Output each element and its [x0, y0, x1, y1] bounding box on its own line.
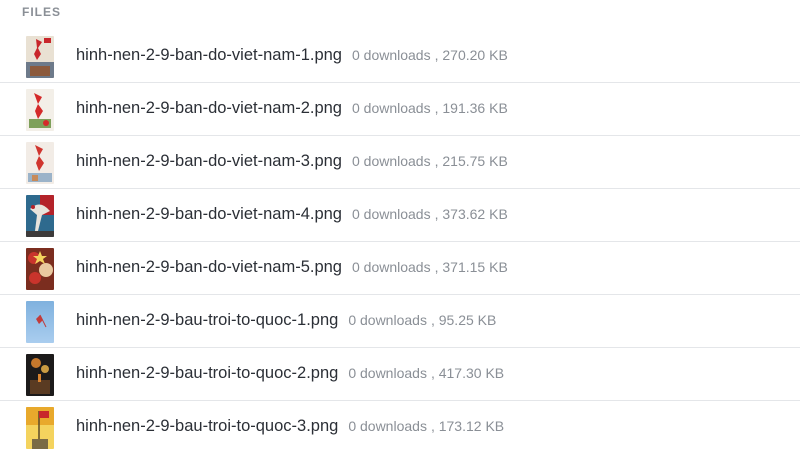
- file-list: hinh-nen-2-9-ban-do-viet-nam-1.png 0 dow…: [0, 30, 800, 450]
- image-thumbnail-flag-icon[interactable]: [26, 407, 54, 449]
- download-count: 0 downloads: [348, 312, 427, 328]
- file-name-text[interactable]: hinh-nen-2-9-ban-do-viet-nam-4.png: [76, 205, 342, 224]
- file-name[interactable]: hinh-nen-2-9-ban-do-viet-nam-5.png 0 dow…: [76, 258, 508, 277]
- download-count: 0 downloads: [351, 100, 431, 116]
- file-name-text[interactable]: hinh-nen-2-9-ban-do-viet-nam-1.png: [76, 46, 342, 65]
- file-name[interactable]: hinh-nen-2-9-ban-do-viet-nam-3.png 0 dow…: [76, 152, 508, 171]
- file-meta: 0 downloads, 270.20 KB: [351, 47, 508, 63]
- download-count: 0 downloads: [351, 206, 431, 222]
- file-name[interactable]: hinh-nen-2-9-bau-troi-to-quoc-1.png 0 do…: [76, 311, 496, 330]
- file-size: 270.20 KB: [442, 47, 508, 63]
- file-name[interactable]: hinh-nen-2-9-ban-do-viet-nam-4.png 0 dow…: [76, 205, 508, 224]
- file-meta: 0 downloads, 173.12 KB: [348, 418, 505, 434]
- image-thumbnail-fireworks-icon[interactable]: [26, 354, 54, 396]
- files-panel: FILES hinh-nen-2-9-ban-do-viet-nam-1.png…: [0, 0, 800, 450]
- file-name[interactable]: hinh-nen-2-9-bau-troi-to-quoc-2.png 0 do…: [76, 364, 504, 383]
- file-row[interactable]: hinh-nen-2-9-ban-do-viet-nam-2.png 0 dow…: [0, 83, 800, 136]
- file-meta: 0 downloads, 417.30 KB: [348, 365, 505, 381]
- file-size: 215.75 KB: [442, 153, 508, 169]
- file-meta: 0 downloads, 191.36 KB: [351, 100, 508, 116]
- file-row[interactable]: hinh-nen-2-9-ban-do-viet-nam-1.png 0 dow…: [0, 30, 800, 83]
- file-meta: 0 downloads, 371.15 KB: [351, 259, 508, 275]
- image-thumbnail-sky-icon[interactable]: [26, 301, 54, 343]
- file-name-text[interactable]: hinh-nen-2-9-ban-do-viet-nam-3.png: [76, 152, 342, 171]
- file-row[interactable]: hinh-nen-2-9-ban-do-viet-nam-3.png 0 dow…: [0, 136, 800, 189]
- file-size: 417.30 KB: [438, 365, 505, 381]
- file-name-text[interactable]: hinh-nen-2-9-bau-troi-to-quoc-2.png: [76, 364, 338, 383]
- file-name[interactable]: hinh-nen-2-9-ban-do-viet-nam-2.png 0 dow…: [76, 99, 508, 118]
- file-meta: 0 downloads, 215.75 KB: [351, 153, 508, 169]
- file-size: 191.36 KB: [442, 100, 508, 116]
- image-thumbnail-crane-icon[interactable]: [26, 195, 54, 237]
- download-count: 0 downloads: [351, 259, 431, 275]
- file-row[interactable]: hinh-nen-2-9-ban-do-viet-nam-4.png 0 dow…: [0, 189, 800, 242]
- image-thumbnail-map-icon[interactable]: [26, 89, 54, 131]
- download-count: 0 downloads: [348, 365, 427, 381]
- file-size: 95.25 KB: [438, 312, 497, 328]
- file-name[interactable]: hinh-nen-2-9-bau-troi-to-quoc-3.png 0 do…: [76, 417, 504, 436]
- file-size: 173.12 KB: [438, 418, 505, 434]
- file-row[interactable]: hinh-nen-2-9-bau-troi-to-quoc-1.png 0 do…: [0, 295, 800, 348]
- download-count: 0 downloads: [348, 418, 427, 434]
- file-name[interactable]: hinh-nen-2-9-ban-do-viet-nam-1.png 0 dow…: [76, 46, 508, 65]
- image-thumbnail-map-icon[interactable]: [26, 142, 54, 184]
- file-size: 371.15 KB: [442, 259, 508, 275]
- file-row[interactable]: hinh-nen-2-9-ban-do-viet-nam-5.png 0 dow…: [0, 242, 800, 295]
- files-section-heading: FILES: [22, 5, 62, 19]
- file-row[interactable]: hinh-nen-2-9-bau-troi-to-quoc-3.png 0 do…: [0, 401, 800, 450]
- image-thumbnail-flowers-icon[interactable]: [26, 248, 54, 290]
- file-name-text[interactable]: hinh-nen-2-9-bau-troi-to-quoc-3.png: [76, 417, 338, 436]
- file-row[interactable]: hinh-nen-2-9-bau-troi-to-quoc-2.png 0 do…: [0, 348, 800, 401]
- file-size: 373.62 KB: [442, 206, 508, 222]
- download-count: 0 downloads: [351, 47, 431, 63]
- file-meta: 0 downloads, 95.25 KB: [348, 312, 497, 328]
- file-name-text[interactable]: hinh-nen-2-9-bau-troi-to-quoc-1.png: [76, 311, 338, 330]
- file-name-text[interactable]: hinh-nen-2-9-ban-do-viet-nam-2.png: [76, 99, 342, 118]
- image-thumbnail-map-icon[interactable]: [26, 36, 54, 78]
- file-name-text[interactable]: hinh-nen-2-9-ban-do-viet-nam-5.png: [76, 258, 342, 277]
- file-meta: 0 downloads, 373.62 KB: [351, 206, 508, 222]
- download-count: 0 downloads: [351, 153, 431, 169]
